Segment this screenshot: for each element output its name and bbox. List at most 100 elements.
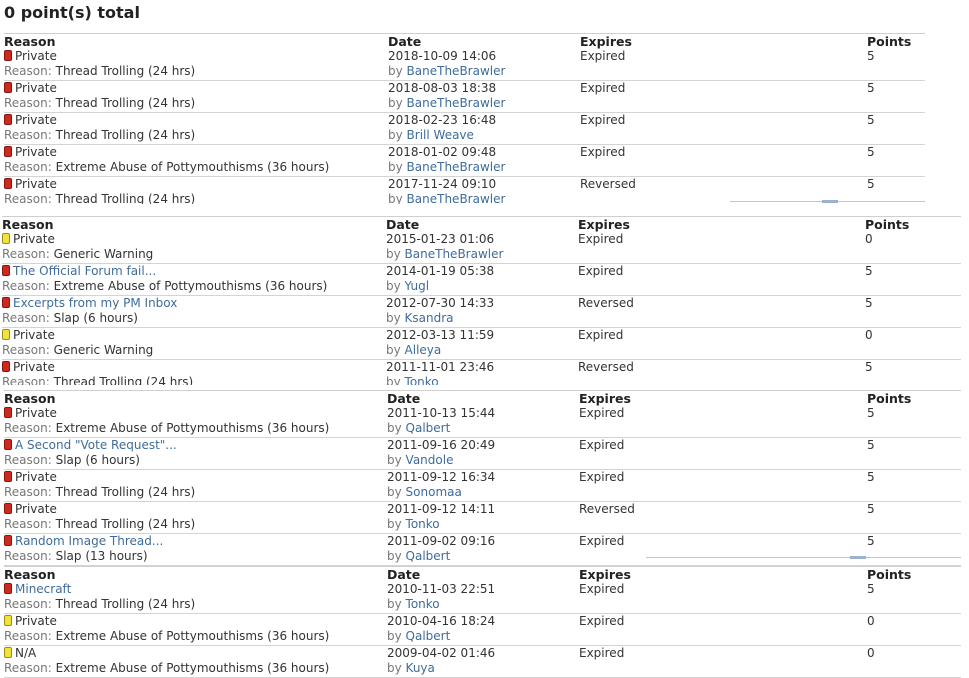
warning-title: Private: [2, 232, 55, 247]
thread-link[interactable]: A Second "Vote Request"...: [15, 438, 177, 452]
thread-link[interactable]: Minecraft: [15, 582, 71, 596]
moderator-link[interactable]: Qalbert: [406, 629, 451, 643]
reason-text: Generic Warning: [53, 343, 154, 357]
table-row: Private Reason: Thread Trolling (24 hrs) 2…: [4, 49, 925, 81]
red-warning-icon: [4, 114, 12, 125]
reason-text: Extreme Abuse of Pottymouthisms (36 hour…: [55, 160, 330, 174]
warning-date: 2018-10-09 14:06: [388, 49, 497, 63]
moderator-link[interactable]: Yugl: [405, 279, 430, 293]
reason-text: Thread Trolling (24 hrs): [55, 128, 196, 142]
expires-status: Reversed: [578, 360, 634, 374]
warning-reason: Reason: Extreme Abuse of Pottymouthisms …: [4, 629, 329, 644]
moderator-link[interactable]: BaneTheBrawler: [407, 96, 506, 110]
warning-title: Private: [4, 113, 57, 128]
expires-status: Reversed: [580, 177, 636, 191]
warning-reason: Reason: Extreme Abuse of Pottymouthisms …: [4, 421, 329, 436]
warning-reason: Reason: Extreme Abuse of Pottymouthisms …: [4, 160, 329, 175]
column-header-date: Date: [386, 217, 420, 232]
warning-date: 2010-11-03 22:51: [387, 582, 496, 596]
moderator-link[interactable]: Ksandra: [405, 311, 454, 325]
warning-title[interactable]: A Second "Vote Request"...: [4, 438, 177, 453]
warning-points: 5: [867, 582, 875, 596]
table-row: A Second "Vote Request"... Reason: Slap (…: [4, 438, 961, 470]
warning-points: 5: [867, 49, 875, 63]
column-header-reason: Reason: [2, 217, 54, 232]
reason-prefix: Reason:: [2, 279, 50, 293]
warning-title-text: Private: [15, 177, 57, 191]
table-header: Reason Date Expires Points: [4, 567, 961, 582]
thread-link[interactable]: The Official Forum fail...: [13, 264, 156, 278]
table-row: N/A Reason: Extreme Abuse of Pottymouthis…: [4, 646, 961, 678]
warning-reason: Reason: Thread Trolling (24 hrs): [4, 485, 195, 500]
by-prefix: by: [388, 96, 403, 110]
table-row: Private Reason: Extreme Abuse of Pottymou…: [4, 406, 961, 438]
warning-date: 2018-01-02 09:48: [388, 145, 497, 159]
reason-text: Slap (13 hours): [55, 549, 148, 563]
expires-status: Reversed: [578, 296, 634, 310]
reason-text: Extreme Abuse of Pottymouthisms (36 hour…: [53, 279, 328, 293]
reason-text: Thread Trolling (24 hrs): [55, 96, 196, 110]
moderator-link[interactable]: Sonomaa: [406, 485, 462, 499]
moderator-link[interactable]: Kuya: [406, 661, 435, 675]
reason-text: Extreme Abuse of Pottymouthisms (36 hour…: [55, 661, 330, 675]
moderator-link[interactable]: Qalbert: [406, 549, 451, 563]
table-row: The Official Forum fail... Reason: Extrem…: [2, 264, 961, 296]
moderator-link[interactable]: Tonko: [406, 597, 440, 611]
moderator-link[interactable]: Tonko: [405, 375, 439, 385]
warning-points: 0: [867, 646, 875, 660]
warning-date: 2009-04-02 01:46: [387, 646, 496, 660]
warning-points: 5: [865, 296, 873, 310]
issued-by: by Tonko: [387, 597, 440, 612]
by-prefix: by: [387, 485, 402, 499]
warning-date: 2012-07-30 14:33: [386, 296, 495, 310]
warning-title[interactable]: Random Image Thread...: [4, 534, 163, 549]
moderator-link[interactable]: BaneTheBrawler: [405, 247, 504, 261]
render-artifact: [646, 557, 961, 558]
warning-points: 0: [867, 614, 875, 628]
thread-link[interactable]: Random Image Thread...: [15, 534, 163, 548]
warning-title-text: Private: [15, 470, 57, 484]
warning-date: 2012-03-13 11:59: [386, 328, 495, 342]
table-header: Reason Date Expires Points: [4, 34, 925, 49]
warning-points: 5: [867, 470, 875, 484]
moderator-link[interactable]: Tonko: [406, 517, 440, 531]
moderator-link[interactable]: Vandole: [406, 453, 454, 467]
warning-title[interactable]: Excerpts from my PM Inbox: [2, 296, 177, 311]
yellow-warning-icon: [2, 233, 10, 244]
reason-prefix: Reason:: [4, 421, 52, 435]
reason-prefix: Reason:: [4, 453, 52, 467]
warning-title: Private: [4, 177, 57, 192]
thread-link[interactable]: Excerpts from my PM Inbox: [13, 296, 177, 310]
moderator-link[interactable]: BaneTheBrawler: [407, 192, 506, 204]
issued-by: by Qalbert: [387, 549, 450, 564]
table-row: Private Reason: Extreme Abuse of Pottymou…: [4, 614, 961, 646]
warning-title: Private: [4, 406, 57, 421]
reason-prefix: Reason:: [4, 597, 52, 611]
table-row: Private Reason: Generic Warning 2012-03-13…: [2, 328, 961, 360]
red-warning-icon: [4, 50, 12, 61]
warning-date: 2014-01-19 05:38: [386, 264, 495, 278]
warning-date: 2011-09-16 20:49: [387, 438, 496, 452]
warning-date: 2011-09-02 09:16: [387, 534, 496, 548]
moderator-link[interactable]: Alleya: [405, 343, 442, 357]
red-warning-icon: [4, 146, 12, 157]
warning-points: 5: [867, 502, 875, 516]
red-warning-icon: [4, 407, 12, 418]
yellow-warning-icon: [4, 647, 12, 658]
warning-points: 0: [865, 328, 873, 342]
moderator-link[interactable]: BaneTheBrawler: [407, 64, 506, 78]
warning-title-text: N/A: [15, 646, 37, 660]
column-header-reason: Reason: [4, 567, 56, 582]
reason-text: Slap (6 hours): [53, 311, 138, 325]
moderator-link[interactable]: Brill Weave: [407, 128, 474, 142]
warning-title[interactable]: The Official Forum fail...: [2, 264, 156, 279]
moderator-link[interactable]: BaneTheBrawler: [407, 160, 506, 174]
warning-points: 5: [867, 438, 875, 452]
warning-title-text: Private: [15, 614, 57, 628]
warning-reason: Reason: Slap (13 hours): [4, 549, 148, 564]
warning-title[interactable]: Minecraft: [4, 582, 71, 597]
table-row: Private Reason: Thread Trolling (24 hrs) 2…: [4, 177, 925, 204]
warning-date: 2018-02-23 16:48: [388, 113, 497, 127]
moderator-link[interactable]: Qalbert: [406, 421, 451, 435]
reason-text: Thread Trolling (24 hrs): [55, 64, 196, 78]
